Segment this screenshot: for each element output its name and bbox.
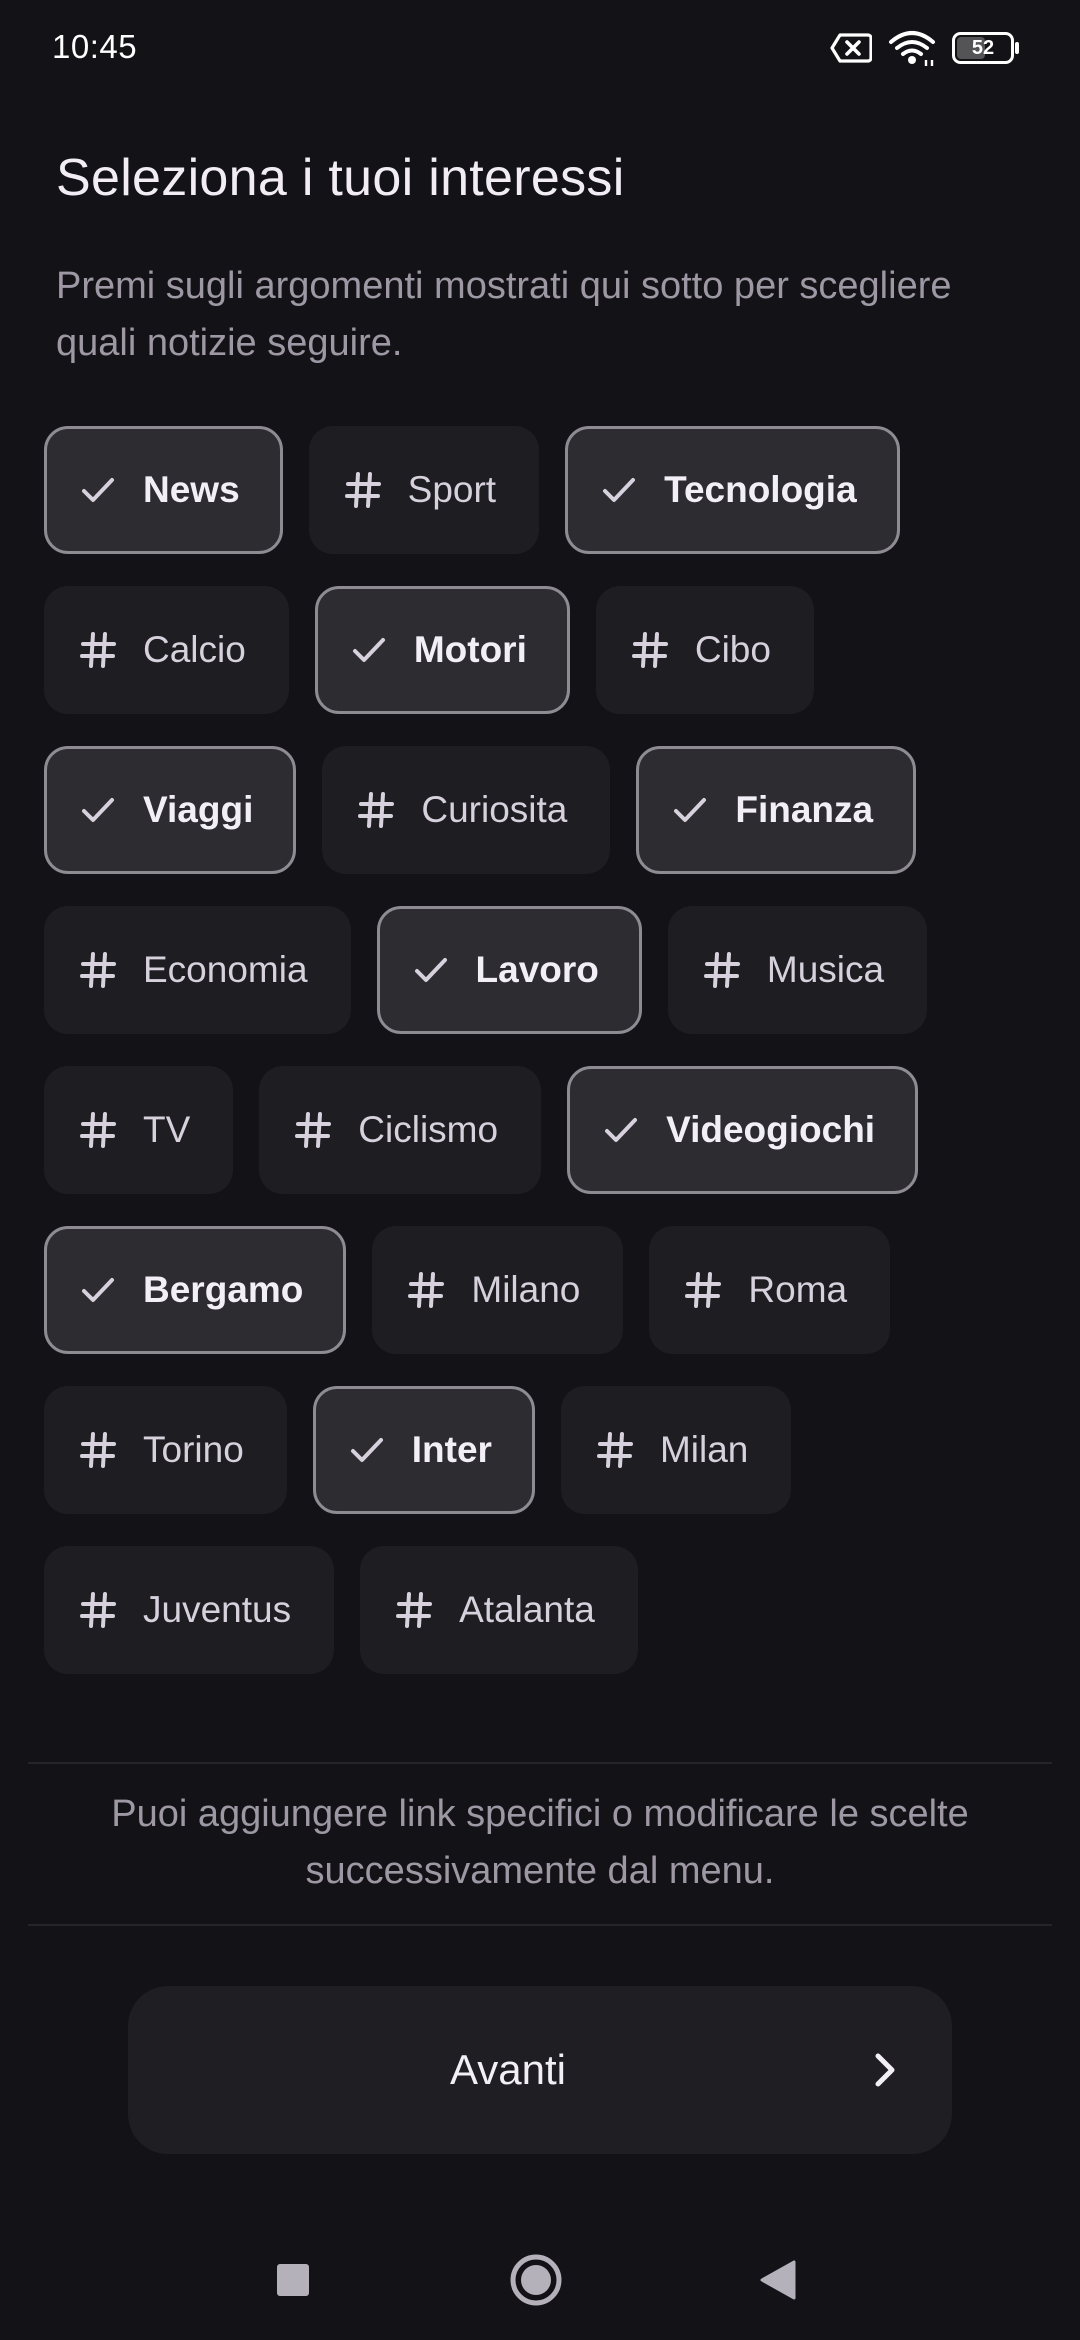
check-icon <box>344 1427 390 1473</box>
topic-chip-motori[interactable]: Motori <box>314 586 570 714</box>
hashtag-icon <box>75 1107 121 1153</box>
check-icon <box>667 787 713 833</box>
battery-level: 52 <box>971 37 995 59</box>
divider-bottom <box>28 1924 1052 1926</box>
navigation-bar <box>0 2220 1080 2340</box>
topic-chip-label: Economia <box>143 949 308 990</box>
topic-chip-atalanta[interactable]: Atalanta <box>360 1546 638 1674</box>
topic-chip-label: Milano <box>471 1269 581 1310</box>
hashtag-icon <box>627 627 673 673</box>
topic-chip-list: News Sport Tecnologia Calcio Motori Cibo Viagg… <box>44 426 1044 1674</box>
topic-chip-label: Ciclismo <box>358 1109 499 1150</box>
check-icon <box>75 467 121 513</box>
topic-chip-economia[interactable]: Economia <box>44 906 351 1034</box>
topic-chip-label: Finanza <box>735 789 874 830</box>
hashtag-icon <box>680 1267 726 1313</box>
hashtag-icon <box>75 947 121 993</box>
check-icon <box>596 467 642 513</box>
status-time: 10:45 <box>52 28 138 65</box>
topic-chip-roma[interactable]: Roma <box>649 1226 891 1354</box>
hashtag-icon <box>75 1587 121 1633</box>
topic-chip-label: Milan <box>659 1429 749 1470</box>
topic-chip-label: Videogiochi <box>666 1109 876 1150</box>
chevron-right-icon <box>862 2048 906 2095</box>
topic-chip-curiosita[interactable]: Curiosita <box>322 746 611 874</box>
hashtag-icon <box>290 1107 336 1153</box>
topic-chip-bergamo[interactable]: Bergamo <box>44 1226 347 1354</box>
topic-chip-label: Sport <box>407 469 497 510</box>
topic-chip-label: Viaggi <box>143 789 254 830</box>
hashtag-icon <box>75 627 121 673</box>
topic-chip-torino[interactable]: Torino <box>44 1386 287 1514</box>
topic-chip-label: Motori <box>413 629 527 670</box>
no-sim-icon <box>830 32 872 64</box>
next-button[interactable]: Avanti <box>128 1986 952 2154</box>
topic-chip-milano[interactable]: Milano <box>372 1226 624 1354</box>
topic-chip-label: TV <box>143 1109 191 1150</box>
hashtag-icon <box>75 1427 121 1473</box>
topic-chip-viaggi[interactable]: Viaggi <box>44 746 297 874</box>
topic-chip-tecnologia[interactable]: Tecnologia <box>565 426 900 554</box>
topic-chip-inter[interactable]: Inter <box>312 1386 535 1514</box>
topic-chip-label: Lavoro <box>475 949 599 990</box>
page-subtitle: Premi sugli argomenti mostrati qui sotto… <box>56 265 952 364</box>
divider-top <box>28 1762 1052 1764</box>
topic-chip-ciclismo[interactable]: Ciclismo <box>259 1066 542 1194</box>
hashtag-icon <box>353 787 399 833</box>
topic-chip-tv[interactable]: TV <box>44 1066 234 1194</box>
page-title: Seleziona i tuoi interessi <box>56 149 625 207</box>
topic-chip-label: Bergamo <box>143 1269 304 1310</box>
topic-chip-news[interactable]: News <box>44 426 283 554</box>
topic-chip-finanza[interactable]: Finanza <box>636 746 917 874</box>
next-button-label: Avanti <box>450 2046 566 2093</box>
topic-chip-musica[interactable]: Musica <box>667 906 928 1034</box>
topic-chip-lavoro[interactable]: Lavoro <box>376 906 642 1034</box>
check-icon <box>75 1267 121 1313</box>
topic-chip-cibo[interactable]: Cibo <box>595 586 814 714</box>
hashtag-icon <box>592 1427 638 1473</box>
check-icon <box>75 787 121 833</box>
topic-chip-videogiochi[interactable]: Videogiochi <box>567 1066 919 1194</box>
topic-chip-label: Curiosita <box>421 789 568 830</box>
topic-chip-calcio[interactable]: Calcio <box>44 586 289 714</box>
hashtag-icon <box>340 467 386 513</box>
hashtag-icon <box>391 1587 437 1633</box>
topic-chip-label: Cibo <box>694 629 771 670</box>
topic-chip-label: Juventus <box>143 1589 292 1630</box>
status-bar: 10:45 52 <box>0 0 1080 96</box>
wifi-icon <box>888 30 936 66</box>
hashtag-icon <box>403 1267 449 1313</box>
topic-chip-label: News <box>143 469 240 510</box>
topic-chip-label: Musica <box>766 949 885 990</box>
topic-chip-juventus[interactable]: Juventus <box>44 1546 335 1674</box>
status-icons: 52 <box>830 30 1020 66</box>
check-icon <box>598 1107 644 1153</box>
info-text: Puoi aggiungere link specifici o modific… <box>111 1793 969 1892</box>
check-icon <box>408 947 454 993</box>
topic-chip-label: Calcio <box>143 629 246 670</box>
topic-chip-label: Torino <box>143 1429 244 1470</box>
topic-chip-label: Inter <box>411 1429 492 1470</box>
battery-icon: 52 <box>952 32 1020 64</box>
topic-chip-label: Atalanta <box>459 1589 595 1630</box>
topic-chip-label: Tecnologia <box>664 469 857 510</box>
topic-chip-milan[interactable]: Milan <box>560 1386 792 1514</box>
recents-icon[interactable] <box>257 2244 329 2316</box>
topic-chip-label: Roma <box>748 1269 848 1310</box>
topic-chip-sport[interactable]: Sport <box>308 426 540 554</box>
home-icon[interactable] <box>500 2244 572 2316</box>
back-icon[interactable] <box>742 2244 814 2316</box>
hashtag-icon <box>699 947 745 993</box>
check-icon <box>346 627 392 673</box>
